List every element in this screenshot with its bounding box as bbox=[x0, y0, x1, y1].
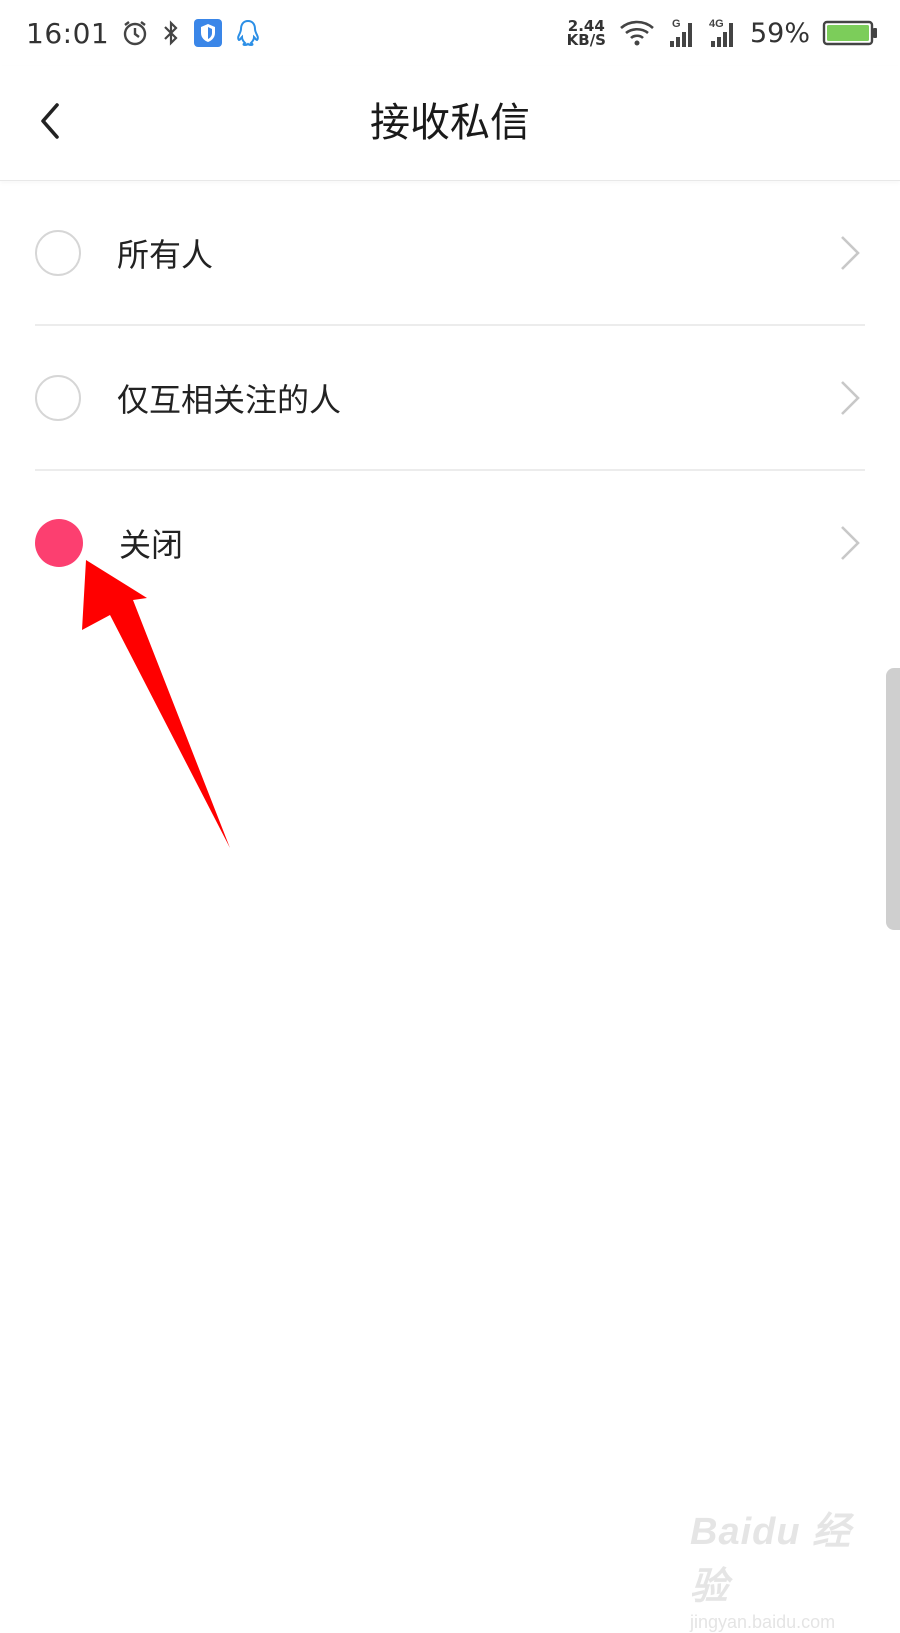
alarm-icon bbox=[121, 19, 149, 47]
privacy-options-list: 所有人 仅互相关注的人 关闭 bbox=[0, 181, 900, 614]
signal-icon: G bbox=[668, 17, 696, 49]
battery-icon bbox=[822, 19, 878, 47]
shield-icon bbox=[193, 18, 223, 48]
chevron-right-icon bbox=[835, 523, 865, 563]
watermark-logo: Baidu 经验 jingyan.baidu.com bbox=[690, 1500, 880, 1632]
watermark-url: jingyan.baidu.com bbox=[690, 1612, 836, 1632]
svg-text:4G: 4G bbox=[709, 18, 724, 30]
radio-button[interactable] bbox=[35, 229, 81, 276]
status-bar-right: 2.44 KB/S G 4G 59% bbox=[567, 17, 878, 49]
radio-button-selected[interactable] bbox=[35, 518, 83, 567]
watermark-brand: Baidu 经验 bbox=[690, 1511, 852, 1608]
qq-icon bbox=[235, 18, 261, 48]
option-label: 关闭 bbox=[119, 525, 184, 564]
status-bar-left: 16:01 bbox=[26, 17, 261, 50]
radio-button[interactable] bbox=[35, 374, 81, 421]
option-row-off[interactable]: 关闭 bbox=[35, 471, 865, 614]
chevron-right-icon bbox=[835, 378, 865, 418]
battery-percent: 59% bbox=[749, 17, 810, 49]
status-bar: 16:01 2.44 KB/S G 4G 59% bbox=[0, 0, 900, 66]
signal-4g-icon: 4G bbox=[708, 17, 738, 49]
net-speed: 2.44 KB/S bbox=[566, 19, 606, 49]
chevron-right-icon bbox=[835, 233, 865, 273]
bluetooth-icon bbox=[161, 19, 181, 47]
net-speed-unit: KB/S bbox=[566, 31, 606, 49]
scrollbar-handle[interactable] bbox=[886, 668, 900, 930]
option-label: 所有人 bbox=[117, 235, 214, 274]
page-title: 接收私信 bbox=[370, 100, 530, 146]
header: 接收私信 bbox=[0, 66, 900, 181]
svg-text:G: G bbox=[672, 18, 681, 30]
option-row-mutual-follow[interactable]: 仅互相关注的人 bbox=[35, 326, 865, 471]
option-label: 仅互相关注的人 bbox=[117, 380, 342, 419]
option-row-everyone[interactable]: 所有人 bbox=[35, 181, 865, 326]
wifi-icon bbox=[618, 18, 656, 48]
status-time: 16:01 bbox=[26, 16, 110, 50]
